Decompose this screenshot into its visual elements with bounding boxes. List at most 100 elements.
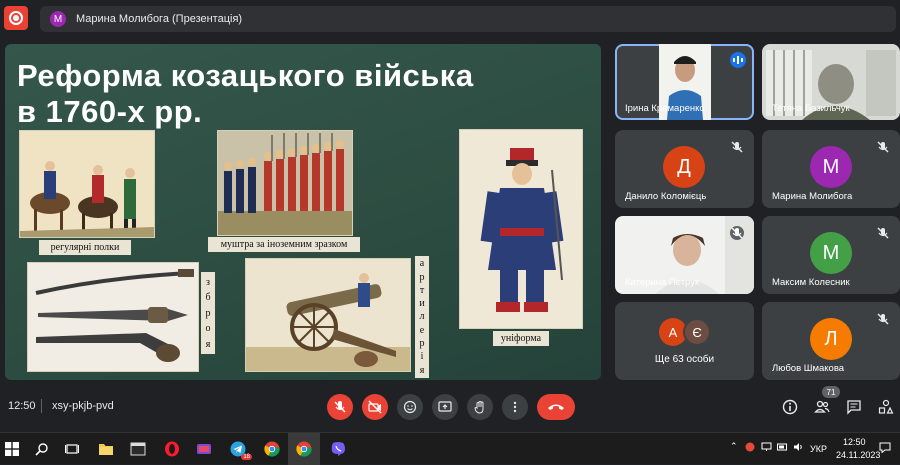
viber-button[interactable] <box>328 439 348 459</box>
mic-off-icon <box>731 141 743 153</box>
participant-name: Данило Коломієць <box>625 191 707 202</box>
others-avatars: А Є <box>659 318 715 346</box>
chat-button[interactable] <box>844 397 864 417</box>
call-end-icon <box>548 404 564 410</box>
participant-name: Ірина Крамаренко <box>625 103 705 114</box>
weapons-letter: о <box>205 323 211 334</box>
participant-tile[interactable]: М Марина Молибога <box>762 130 900 208</box>
slide-title-line1: Реформа козацького війська <box>17 58 474 93</box>
file-explorer-button[interactable] <box>96 439 116 459</box>
activities-icon <box>878 399 894 414</box>
tray-chevron-icon[interactable]: ⌃ <box>730 441 738 452</box>
participant-avatar: М <box>810 232 852 274</box>
slide-title: Реформа козацького війська в 1760-х рр. <box>17 58 474 130</box>
emoji-icon <box>403 400 417 414</box>
participant-tile[interactable]: М Максим Колесник <box>762 216 900 294</box>
notifications-button[interactable] <box>878 440 892 454</box>
app-taskbar-button[interactable] <box>128 439 148 459</box>
window-app-icon <box>130 442 146 456</box>
telegram-button[interactable]: 18 <box>228 439 252 460</box>
artillery-letter: р <box>419 271 425 283</box>
top-bar: М Марина Молибога (Презентація) <box>0 0 900 38</box>
opera-button[interactable] <box>162 439 182 459</box>
participant-name: Тетяна Базильчук <box>772 103 850 114</box>
participant-avatar: М <box>810 146 852 188</box>
artillery-letter: и <box>419 298 425 310</box>
viber-icon <box>331 442 345 456</box>
volume-button[interactable] <box>792 440 804 454</box>
meeting-controls-bar: 12:50 xsy-pkjb-pvd 71 <box>0 384 900 430</box>
chrome-icon <box>296 441 312 457</box>
participant-name: Марина Молибога <box>772 191 853 202</box>
people-button[interactable] <box>812 397 832 417</box>
app-taskbar-button[interactable] <box>194 439 214 459</box>
artillery-letter: л <box>419 311 425 323</box>
raise-hand-button[interactable] <box>467 394 493 420</box>
windows-icon <box>5 442 19 456</box>
record-icon <box>9 11 23 25</box>
caption-regiments: регулярні полки <box>39 240 131 255</box>
participant-tile[interactable]: Д Данило Коломієць <box>615 130 754 208</box>
network-icon <box>761 442 771 451</box>
info-icon <box>782 399 798 415</box>
battery-button[interactable] <box>776 440 788 454</box>
participant-tile[interactable]: Л Любов Шмакова <box>762 302 900 380</box>
mic-off-icon <box>877 227 889 239</box>
tray-app-button[interactable] <box>744 440 756 454</box>
chat-icon <box>847 400 861 415</box>
artillery-letter: р <box>419 338 425 350</box>
chrome-button[interactable] <box>262 439 282 459</box>
presentation-chip[interactable]: М Марина Молибога (Презентація) <box>40 6 896 32</box>
presentation-slide: Реформа козацького війська в 1760-х рр. … <box>5 44 601 380</box>
hand-icon <box>474 400 484 414</box>
battery-icon <box>776 443 787 451</box>
tray-app-icon <box>745 442 755 452</box>
camera-toggle-button[interactable] <box>362 394 388 420</box>
start-button[interactable] <box>2 439 22 459</box>
meeting-details-button[interactable] <box>780 397 800 417</box>
people-icon <box>814 400 830 413</box>
task-view-button[interactable] <box>62 439 82 459</box>
keyboard-language[interactable]: УКР <box>810 444 827 454</box>
vertical-caption-weapons: з б р о я <box>201 272 215 354</box>
mic-off-icon <box>877 313 889 325</box>
more-options-button[interactable] <box>502 394 528 420</box>
notification-icon <box>879 442 891 453</box>
artillery-letter: т <box>419 284 425 296</box>
taskbar-time[interactable]: 12:50 <box>843 437 866 447</box>
participant-tile[interactable]: Ірина Крамаренко <box>615 44 754 120</box>
artillery-letter: е <box>419 324 425 336</box>
taskbar-search-button[interactable] <box>32 439 52 459</box>
chrome-icon <box>264 441 280 457</box>
task-view-icon <box>65 444 79 454</box>
leave-call-button[interactable] <box>537 394 575 420</box>
taskbar-date[interactable]: 24.11.2023 <box>836 450 880 460</box>
activities-button[interactable] <box>876 397 896 417</box>
participant-tile[interactable]: Катерина Петрук <box>615 216 754 294</box>
reactions-button[interactable] <box>397 394 423 420</box>
chrome-active-button[interactable] <box>294 439 314 459</box>
os-taskbar: 18 ⌃ УКР 12:50 24.11.2023 <box>0 432 900 465</box>
mic-toggle-button[interactable] <box>327 394 353 420</box>
weapons-letter: р <box>205 307 211 319</box>
weapons-image <box>27 262 199 372</box>
weapons-letter: з <box>206 276 210 288</box>
others-tile[interactable]: А Є Ще 63 особи <box>615 302 754 380</box>
caption-drill: муштра за іноземним зразком <box>208 237 360 252</box>
drill-image <box>217 130 353 236</box>
present-screen-icon <box>438 401 452 412</box>
artillery-image <box>245 258 411 372</box>
present-button[interactable] <box>432 394 458 420</box>
recording-button[interactable] <box>4 6 28 30</box>
weapons-letter: б <box>205 292 211 303</box>
presentation-label: Марина Молибога (Презентація) <box>76 13 243 25</box>
vertical-caption-artillery: а р т и л е р і я <box>415 256 429 378</box>
artillery-letter: і <box>420 351 424 363</box>
participant-tile[interactable]: Тетяна Базильчук <box>762 44 900 120</box>
meeting-clock: 12:50 <box>8 400 36 412</box>
divider <box>41 399 42 413</box>
network-button[interactable] <box>760 440 772 454</box>
meeting-code[interactable]: xsy-pkjb-pvd <box>52 400 114 412</box>
camera-off-icon <box>368 400 382 414</box>
opera-icon <box>165 441 179 457</box>
